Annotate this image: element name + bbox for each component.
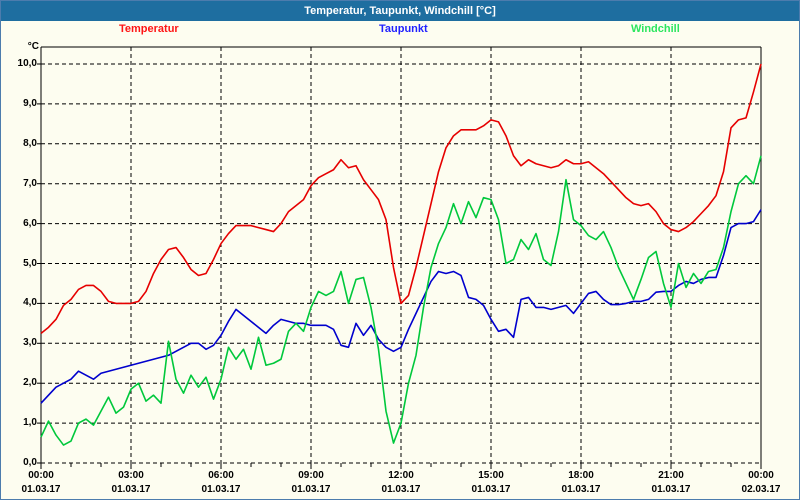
y-tick-label: 7,0 (23, 177, 37, 189)
x-tick-date: 02.03.17 (741, 484, 781, 495)
x-tick-time: 18:00 (568, 470, 594, 481)
x-tick-time: 09:00 (298, 470, 324, 481)
x-tick-time: 15:00 (478, 470, 504, 481)
x-tick-time: 21:00 (658, 470, 684, 481)
x-tick-time: 00:00 (28, 470, 54, 481)
y-tick-label: 2,0 (23, 377, 37, 389)
weather-chart-window: Temperatur, Taupunkt, Windchill [°C] Tem… (0, 0, 800, 500)
y-tick-label: 5,0 (23, 257, 37, 269)
x-tick-time: 00:00 (748, 470, 774, 481)
x-tick-date: 01.03.17 (111, 484, 151, 495)
y-tick-label: 0,0 (23, 457, 37, 468)
y-tick-label: 8,0 (23, 137, 37, 149)
plot-area (37, 46, 762, 469)
y-tick-label: 1,0 (23, 417, 37, 429)
y-tick-label: 6,0 (23, 217, 37, 229)
x-tick-time: 06:00 (208, 470, 234, 481)
x-tick-date: 01.03.17 (381, 484, 421, 495)
x-tick-date: 01.03.17 (21, 484, 61, 495)
y-tick-label: 10,0 (17, 58, 37, 69)
x-tick-date: 01.03.17 (561, 484, 601, 495)
x-tick-date: 01.03.17 (651, 484, 691, 495)
y-tick-label: 9,0 (23, 97, 37, 109)
x-tick-date: 01.03.17 (201, 484, 241, 495)
x-tick-time: 12:00 (388, 470, 414, 481)
x-tick-date: 01.03.17 (291, 484, 331, 495)
y-tick-label: 4,0 (23, 297, 37, 309)
x-tick-time: 03:00 (118, 470, 144, 481)
x-tick-date: 01.03.17 (471, 484, 511, 495)
y-tick-label: 3,0 (23, 337, 37, 349)
